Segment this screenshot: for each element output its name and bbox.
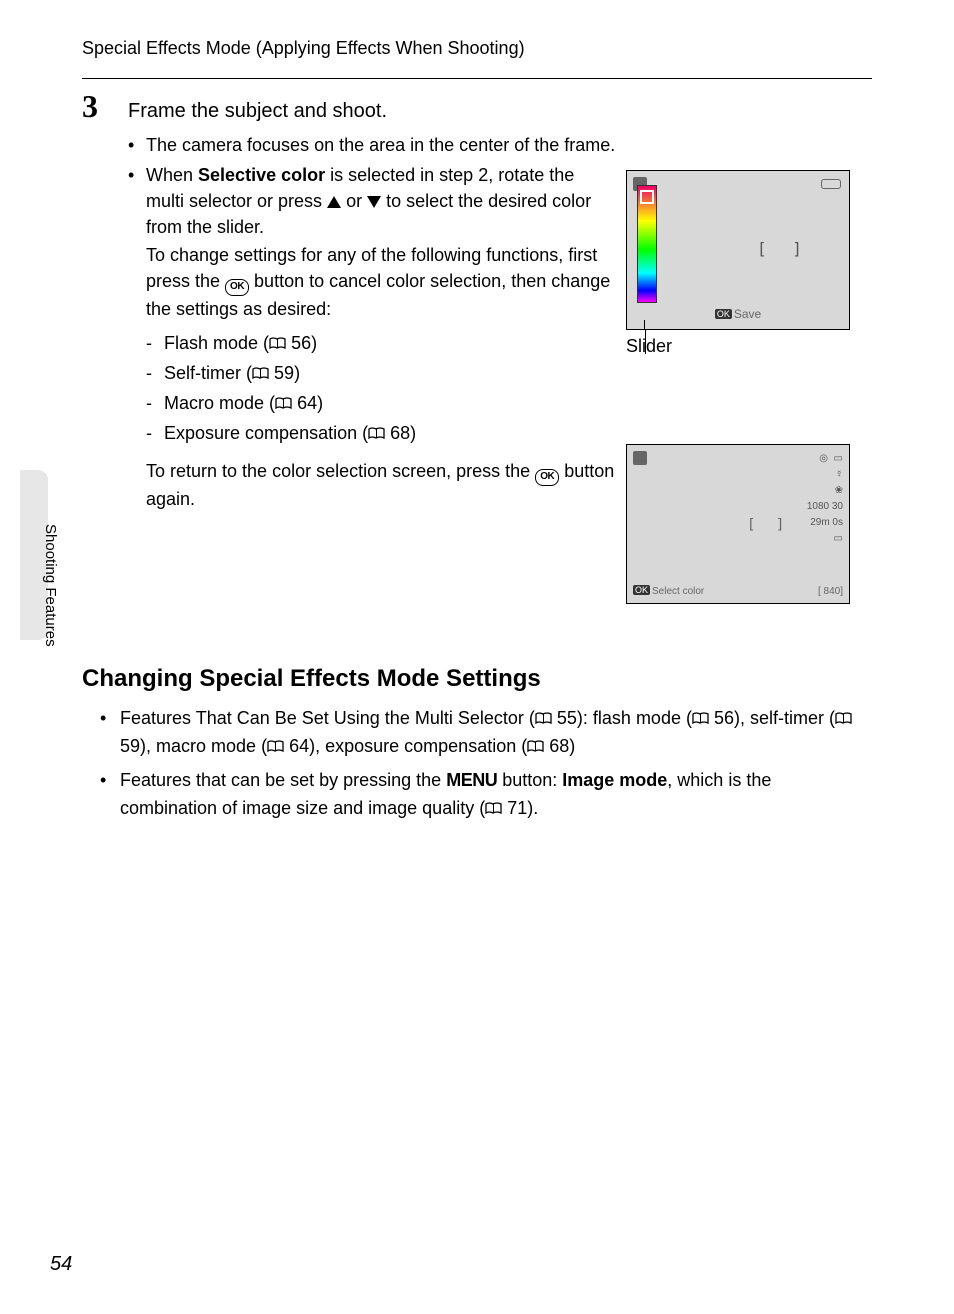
page-section-header: Special Effects Mode (Applying Effects W… <box>82 38 872 59</box>
page-ref-icon <box>535 712 552 725</box>
zoom-indicator-icon <box>821 179 841 189</box>
mode-icon: ☿ <box>807 467 843 483</box>
page-ref-icon <box>485 802 502 815</box>
save-label: Save <box>734 307 761 321</box>
text-fragment: Self-timer ( <box>164 363 252 383</box>
camera-screen-slider: [ ] OKSave <box>626 170 850 330</box>
bullet-item: Features That Can Be Set Using the Multi… <box>100 704 870 760</box>
ok-button-icon: OK <box>225 279 249 296</box>
text-fragment: Flash mode ( <box>164 333 269 353</box>
bullet-item: The camera focuses on the area in the ce… <box>128 132 868 158</box>
page-ref-icon <box>835 712 852 725</box>
text-fragment: ) <box>317 393 323 413</box>
text-fragment: ): flash mode ( <box>577 708 692 728</box>
text-fragment: ) <box>294 363 300 383</box>
bullet-item: Features that can be set by pressing the… <box>100 766 870 822</box>
text-fragment: Features that can be set by pressing the <box>120 770 446 790</box>
dash-item: Exposure compensation ( 68) <box>146 418 616 448</box>
select-color-label: Select color <box>652 586 704 597</box>
text-fragment: or <box>341 191 367 211</box>
page-ref: 64 <box>297 393 317 413</box>
movie-res: 1080 30 <box>807 499 843 515</box>
section-tab-label: Shooting Features <box>42 524 59 647</box>
page-ref: 59 <box>120 736 140 756</box>
page-ref-icon <box>692 712 709 725</box>
bullet-text: The camera focuses on the area in the ce… <box>146 135 615 155</box>
ok-glyph-icon: OK <box>633 585 650 595</box>
page-ref: 59 <box>274 363 294 383</box>
text-fragment: Macro mode ( <box>164 393 275 413</box>
status-indicators: ◎ ▭ ☿ ❀ 1080 30 29m 0s ▭ <box>807 451 843 547</box>
slider-knob-icon <box>640 190 654 204</box>
page-ref: 71 <box>507 798 527 818</box>
up-triangle-icon <box>327 196 341 208</box>
page-ref-icon <box>368 427 385 440</box>
text-fragment: ) <box>410 423 416 443</box>
text-fragment: ) <box>569 736 575 756</box>
ok-glyph-icon: OK <box>715 309 732 319</box>
image-size-icon: ▭ <box>807 531 843 547</box>
save-label-row: OKSave <box>627 307 849 321</box>
down-triangle-icon <box>367 196 381 208</box>
selective-color-bold: Selective color <box>198 165 325 185</box>
movie-time: 29m 0s <box>807 515 843 531</box>
dash-item: Flash mode ( 56) <box>146 328 616 358</box>
menu-button-label: MENU <box>446 770 497 790</box>
text-fragment: ), macro mode ( <box>140 736 267 756</box>
page-ref-icon <box>252 367 269 380</box>
slider-caption: Slider <box>626 336 672 357</box>
page-ref: 55 <box>557 708 577 728</box>
text-fragment: To return to the color selection screen,… <box>146 461 535 481</box>
text-fragment: ) <box>311 333 317 353</box>
page-ref-icon <box>269 337 286 350</box>
dash-item: Macro mode ( 64) <box>146 388 616 418</box>
text-fragment: ), exposure compensation ( <box>309 736 527 756</box>
camera-screen-shoot: [ ] ◎ ▭ ☿ ❀ 1080 30 29m 0s ▭ OKSelect co… <box>626 444 850 604</box>
page-ref: 68 <box>549 736 569 756</box>
focus-brackets-icon: [ ] <box>757 239 810 258</box>
text-fragment: button: <box>497 770 562 790</box>
self-timer-icon: ◎ ▭ <box>807 451 843 467</box>
page-ref: 64 <box>289 736 309 756</box>
color-slider <box>637 185 657 303</box>
text-fragment: Features That Can Be Set Using the Multi… <box>120 708 535 728</box>
text-fragment: ), self-timer ( <box>734 708 835 728</box>
step-title: Frame the subject and shoot. <box>128 100 387 123</box>
text-fragment: Exposure compensation ( <box>164 423 368 443</box>
image-mode-bold: Image mode <box>562 770 667 790</box>
page-ref: 56 <box>291 333 311 353</box>
bullet-item: When Selective color is selected in step… <box>128 162 616 512</box>
page-ref-icon <box>527 740 544 753</box>
text-fragment: When <box>146 165 198 185</box>
focus-brackets-icon: [ ] <box>747 517 790 533</box>
mode-indicator-icon <box>633 451 647 465</box>
dash-item: Self-timer ( 59) <box>146 358 616 388</box>
step-number: 3 <box>82 88 98 125</box>
page-ref: 56 <box>714 708 734 728</box>
section-heading: Changing Special Effects Mode Settings <box>82 665 541 693</box>
header-rule <box>82 78 872 79</box>
text-fragment: ). <box>527 798 538 818</box>
ok-button-icon: OK <box>535 469 559 486</box>
macro-icon: ❀ <box>807 483 843 499</box>
page-number: 54 <box>50 1253 72 1276</box>
page-ref: 68 <box>390 423 410 443</box>
exposure-count: [ 840] <box>818 586 843 597</box>
page-ref-icon <box>275 397 292 410</box>
page-ref-icon <box>267 740 284 753</box>
